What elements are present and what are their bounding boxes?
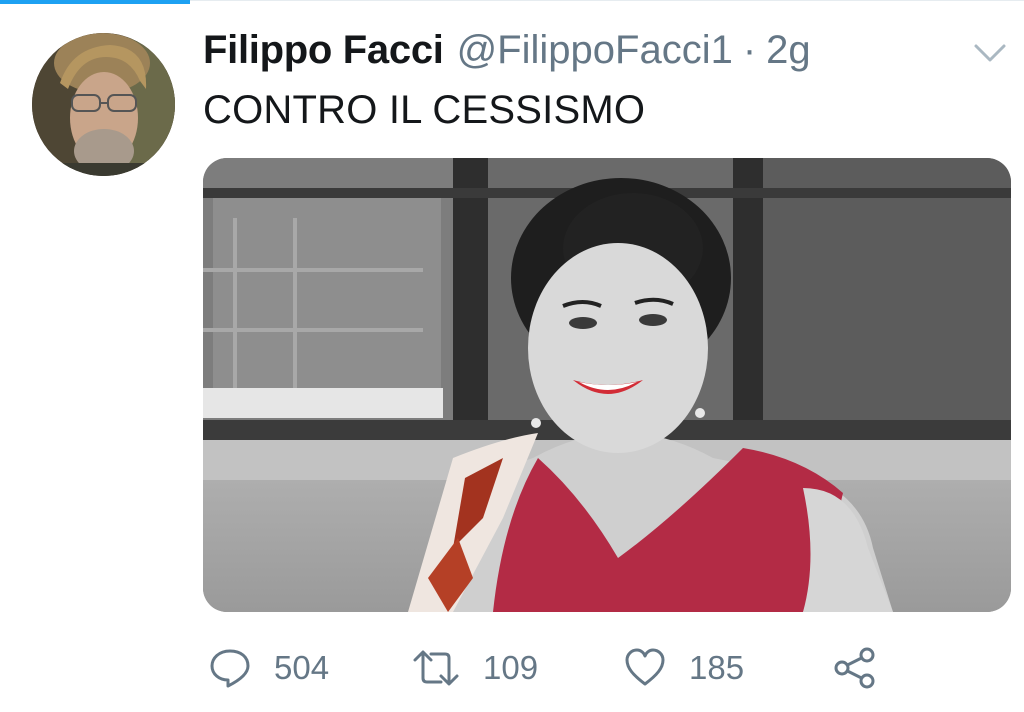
retweet-icon [413, 650, 459, 686]
reply-button[interactable]: 504 [208, 640, 329, 696]
like-button[interactable]: 185 [623, 640, 744, 696]
reply-count: 504 [274, 649, 330, 686]
share-button[interactable] [833, 640, 877, 696]
photo [203, 158, 1011, 612]
retweet-count: 109 [483, 649, 539, 686]
display-name[interactable]: Filippo Facci [203, 28, 444, 73]
chevron-down-icon[interactable] [972, 40, 1008, 66]
heart-icon [625, 648, 665, 686]
tweet-media-image[interactable] [203, 158, 1011, 612]
tweet-actions: 504 109 185 [203, 640, 903, 696]
user-handle[interactable]: @FilippoFacci1 [457, 28, 733, 73]
like-count: 185 [689, 649, 745, 686]
avatar-image [32, 33, 175, 176]
tweet-header: Filippo Facci @FilippoFacci1 · 2g [203, 28, 811, 82]
separator-dot: · [742, 28, 757, 72]
avatar[interactable] [32, 33, 175, 176]
reply-icon [210, 649, 250, 688]
tweet[interactable]: Filippo Facci @FilippoFacci1 · 2g CONTRO… [0, 0, 1024, 712]
tweet-timestamp[interactable]: 2g [766, 28, 811, 73]
tweet-text: CONTRO IL CESSISMO [203, 88, 646, 132]
share-icon [834, 647, 875, 689]
retweet-button[interactable]: 109 [411, 640, 538, 696]
